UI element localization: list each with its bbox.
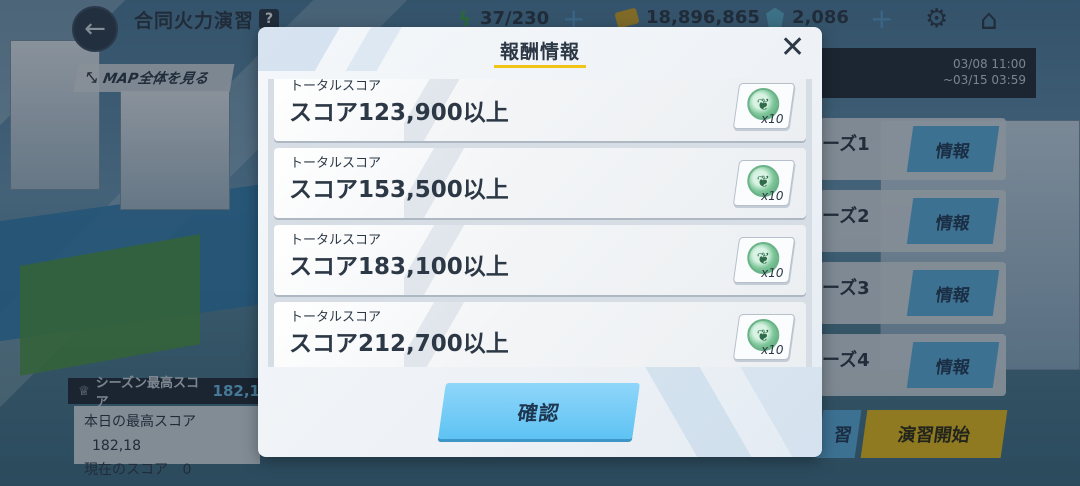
- reward-caption: トータルスコア: [290, 233, 382, 248]
- confirm-button[interactable]: 確認: [438, 383, 640, 439]
- reward-item: トータルスコア スコア212,700以上 ❦ x10: [274, 302, 806, 367]
- reward-caption: トータルスコア: [290, 310, 382, 325]
- reward-item-slot[interactable]: ❦ x10: [732, 83, 796, 129]
- reward-item: トータルスコア スコア123,900以上 ❦ x10: [274, 79, 806, 141]
- reward-quantity: x10: [760, 112, 784, 126]
- reward-caption: トータルスコア: [290, 156, 382, 171]
- title-underline: [494, 65, 586, 68]
- reward-score: スコア153,500以上: [289, 177, 509, 203]
- reward-list[interactable]: トータルスコア スコア123,900以上 ❦ x10 トータルスコア スコア15…: [268, 79, 812, 367]
- reward-item: トータルスコア スコア183,100以上 ❦ x10: [274, 225, 806, 295]
- reward-quantity: x10: [760, 343, 784, 357]
- reward-score: スコア123,900以上: [289, 100, 509, 126]
- reward-score: スコア183,100以上: [289, 254, 509, 280]
- reward-item-slot[interactable]: ❦ x10: [732, 237, 796, 283]
- reward-score: スコア212,700以上: [289, 331, 509, 357]
- close-icon[interactable]: ✕: [780, 31, 805, 65]
- reward-info-dialog: 報酬情報 ✕ トータルスコア スコア123,900以上 ❦ x10 トータルスコ…: [258, 27, 822, 457]
- reward-item: トータルスコア スコア153,500以上 ❦ x10: [274, 148, 806, 218]
- reward-item-slot[interactable]: ❦ x10: [732, 160, 796, 206]
- reward-caption: トータルスコア: [290, 79, 382, 94]
- reward-quantity: x10: [760, 189, 784, 203]
- reward-item-slot[interactable]: ❦ x10: [732, 314, 796, 360]
- dialog-title: 報酬情報: [499, 41, 580, 63]
- reward-quantity: x10: [760, 266, 784, 280]
